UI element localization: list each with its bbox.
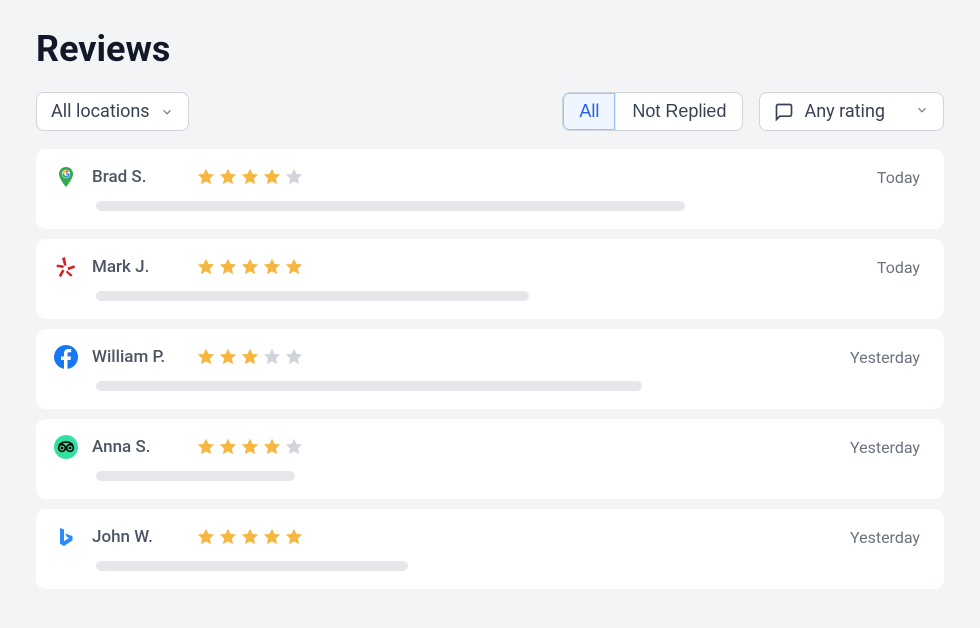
star-icon [240, 527, 260, 547]
star-icon [262, 167, 282, 187]
review-date: Yesterday [850, 348, 920, 367]
rating-filter-label: Any rating [804, 101, 885, 122]
review-body-placeholder [96, 561, 408, 571]
review-body-placeholder [96, 201, 685, 211]
rating-filter[interactable]: Any rating [759, 92, 944, 131]
tripadvisor-icon [54, 435, 78, 459]
tab-not-replied[interactable]: Not Replied [615, 93, 742, 130]
star-rating [196, 347, 304, 367]
chevron-down-icon [915, 103, 929, 117]
star-icon [218, 167, 238, 187]
review-header: John W. Yesterday [54, 525, 920, 549]
bing-icon [54, 525, 78, 549]
review-card[interactable]: William P. Yesterday [36, 329, 944, 409]
star-icon [284, 437, 304, 457]
star-icon [284, 257, 304, 277]
yelp-icon [54, 255, 78, 279]
star-icon [218, 527, 238, 547]
star-icon [240, 257, 260, 277]
star-icon [196, 437, 216, 457]
chevron-down-icon [160, 105, 174, 119]
star-rating [196, 527, 304, 547]
star-icon [284, 347, 304, 367]
star-icon [240, 167, 260, 187]
review-body-placeholder [96, 291, 529, 301]
tab-all[interactable]: All [563, 93, 615, 130]
review-date: Today [877, 258, 920, 277]
message-square-icon [774, 102, 794, 122]
location-filter[interactable]: All locations [36, 92, 189, 131]
star-icon [218, 437, 238, 457]
reviewer-name: Brad S. [92, 167, 182, 187]
toolbar: All locations All Not Replied Any rating [36, 92, 944, 131]
review-card[interactable]: Brad S. Today [36, 149, 944, 229]
star-icon [262, 347, 282, 367]
star-icon [240, 437, 260, 457]
review-card[interactable]: Anna S. Yesterday [36, 419, 944, 499]
review-card[interactable]: Mark J. Today [36, 239, 944, 319]
star-icon [284, 167, 304, 187]
facebook-icon [54, 345, 78, 369]
reviews-list: Brad S. Today Mark J. Today William P. Yester… [36, 149, 944, 589]
review-date: Yesterday [850, 438, 920, 457]
star-icon [240, 347, 260, 367]
star-icon [196, 167, 216, 187]
review-header: William P. Yesterday [54, 345, 920, 369]
star-icon [218, 257, 238, 277]
review-body-placeholder [96, 471, 295, 481]
review-card[interactable]: John W. Yesterday [36, 509, 944, 589]
star-icon [196, 347, 216, 367]
star-icon [218, 347, 238, 367]
review-body-placeholder [96, 381, 642, 391]
reviewer-name: John W. [92, 527, 182, 547]
reviewer-name: William P. [92, 347, 182, 367]
star-rating [196, 257, 304, 277]
review-header: Anna S. Yesterday [54, 435, 920, 459]
review-date: Yesterday [850, 528, 920, 547]
star-icon [262, 527, 282, 547]
star-icon [262, 437, 282, 457]
star-icon [262, 257, 282, 277]
location-filter-label: All locations [51, 101, 150, 122]
reviewer-name: Mark J. [92, 257, 182, 277]
reviewer-name: Anna S. [92, 437, 182, 457]
reply-filter-tabs: All Not Replied [562, 92, 743, 131]
star-icon [284, 527, 304, 547]
star-rating [196, 167, 304, 187]
star-icon [196, 527, 216, 547]
review-date: Today [877, 168, 920, 187]
page-title: Reviews [36, 28, 944, 70]
google-icon [54, 165, 78, 189]
star-rating [196, 437, 304, 457]
review-header: Mark J. Today [54, 255, 920, 279]
review-header: Brad S. Today [54, 165, 920, 189]
star-icon [196, 257, 216, 277]
